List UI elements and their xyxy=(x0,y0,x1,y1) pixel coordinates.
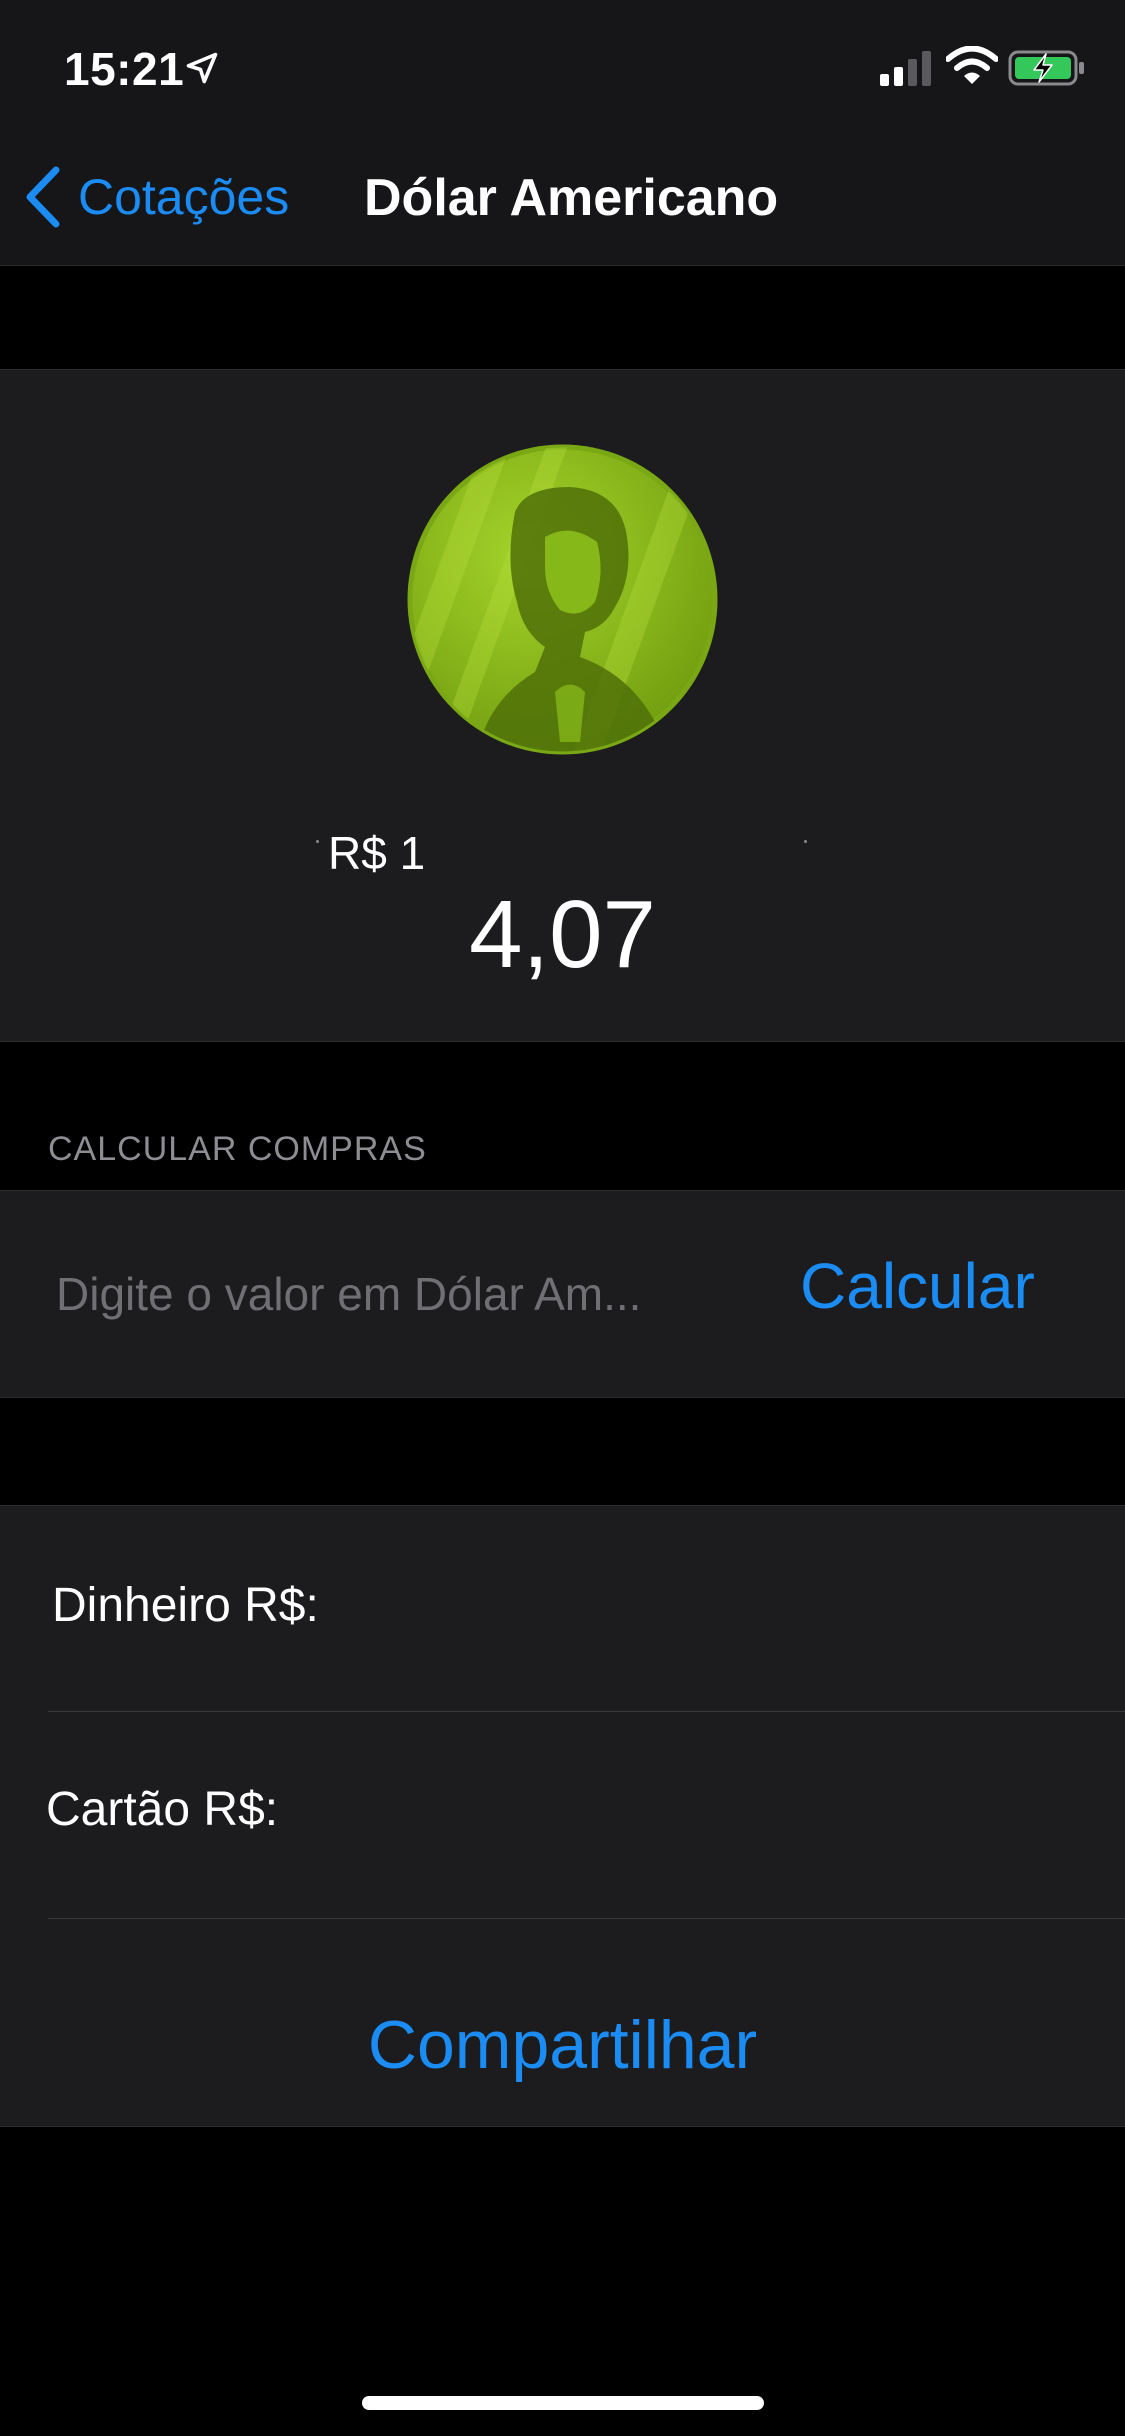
dollar-coin-image xyxy=(407,444,718,755)
status-time: 15:21 xyxy=(64,43,185,95)
quote-base-label: R$ 1 xyxy=(328,827,426,879)
back-button[interactable]: Cotações xyxy=(24,162,289,232)
card-result-label: Cartão R$: xyxy=(46,1783,279,1836)
dollar-amount-input[interactable] xyxy=(56,1251,716,1337)
battery-charging-icon xyxy=(1008,50,1084,86)
quote-card: R$ 1 4,07 xyxy=(0,369,1125,1042)
navigation-bar: 15:21 Cotações Dólar Americano xyxy=(0,0,1125,266)
cash-result-label: Dinheiro R$: xyxy=(52,1579,319,1632)
back-button-label: Cotações xyxy=(78,169,290,225)
home-indicator[interactable] xyxy=(362,2396,764,2410)
share-button[interactable]: Compartilhar xyxy=(0,2006,1125,2084)
chevron-left-icon xyxy=(26,166,60,228)
decorative-dot xyxy=(316,840,319,843)
results-card: Dinheiro R$: Cartão R$: Compartilhar xyxy=(0,1505,1125,2127)
quote-value: 4,07 xyxy=(469,881,656,988)
location-arrow-icon xyxy=(186,52,218,84)
divider xyxy=(48,1918,1125,1919)
page-title: Dólar Americano xyxy=(364,169,779,227)
calculator-card: Calcular xyxy=(0,1190,1125,1398)
cellular-signal-icon xyxy=(880,51,931,86)
decorative-dot xyxy=(804,840,807,843)
section-header-calculate: CALCULAR COMPRAS xyxy=(48,1130,427,1168)
divider xyxy=(48,1711,1125,1712)
wifi-icon xyxy=(946,46,998,84)
calculate-button[interactable]: Calcular xyxy=(800,1249,1035,1323)
